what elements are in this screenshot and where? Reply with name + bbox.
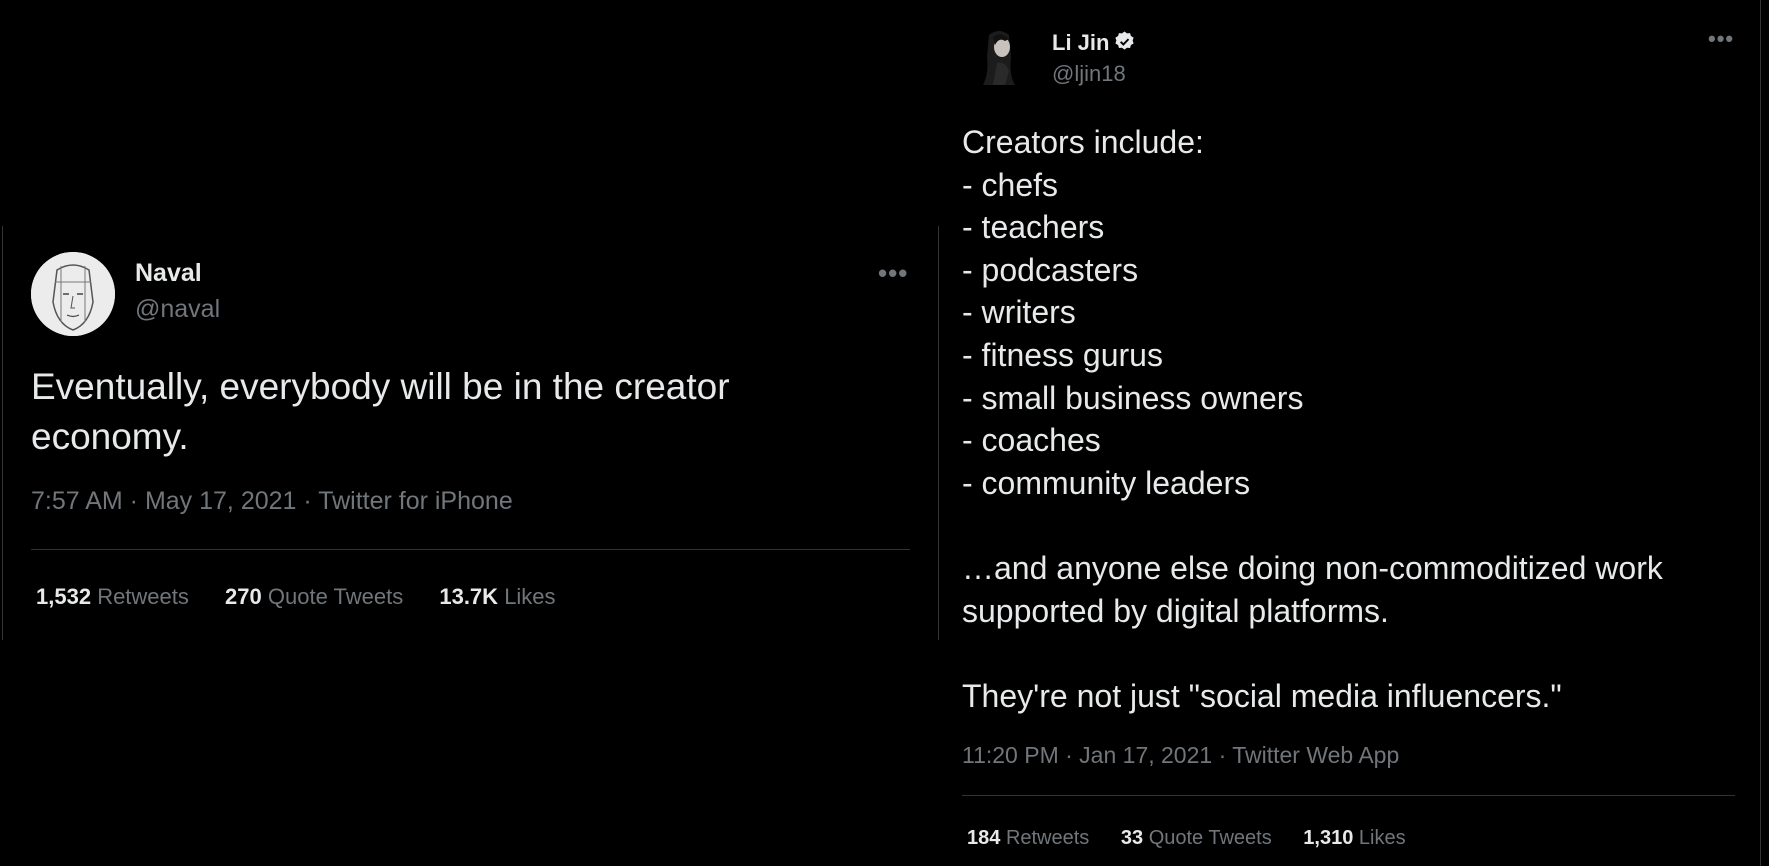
author-name-text: Li Jin bbox=[1052, 30, 1110, 55]
author-name[interactable]: Li Jin bbox=[1052, 30, 1136, 59]
likes-label: Likes bbox=[1358, 827, 1406, 849]
tweet-card-li-jin: Li Jin @ljin18 ••• Creators include: - c… bbox=[0, 0, 1769, 866]
quote-tweets-count: 33 bbox=[1120, 827, 1144, 849]
retweets-label: Retweets bbox=[1005, 827, 1090, 849]
tweet-text: Creators include: - chefs - teachers - p… bbox=[962, 124, 1663, 714]
retweets-stat[interactable]: 184 Retweets bbox=[967, 827, 1089, 849]
avatar[interactable] bbox=[975, 27, 1023, 87]
likes-count: 1,310 bbox=[1303, 827, 1354, 849]
quote-tweets-label: Quote Tweets bbox=[1148, 827, 1272, 849]
tweet-stats: 184 Retweets 33 Quote Tweets 1,310 Likes bbox=[967, 827, 1432, 850]
likes-stat[interactable]: 1,310 Likes bbox=[1303, 827, 1405, 849]
verified-badge-icon bbox=[1113, 30, 1136, 59]
profile-photo-avatar-icon bbox=[975, 27, 1023, 87]
divider bbox=[962, 795, 1735, 796]
more-options-icon[interactable]: ••• bbox=[1708, 26, 1734, 52]
tweet-timestamp[interactable]: 11:20 PM · Jan 17, 2021 · Twitter Web Ap… bbox=[962, 742, 1399, 769]
quote-tweets-stat[interactable]: 33 Quote Tweets bbox=[1121, 827, 1272, 849]
author-handle[interactable]: @ljin18 bbox=[1052, 61, 1126, 87]
retweets-count: 184 bbox=[967, 827, 1001, 849]
